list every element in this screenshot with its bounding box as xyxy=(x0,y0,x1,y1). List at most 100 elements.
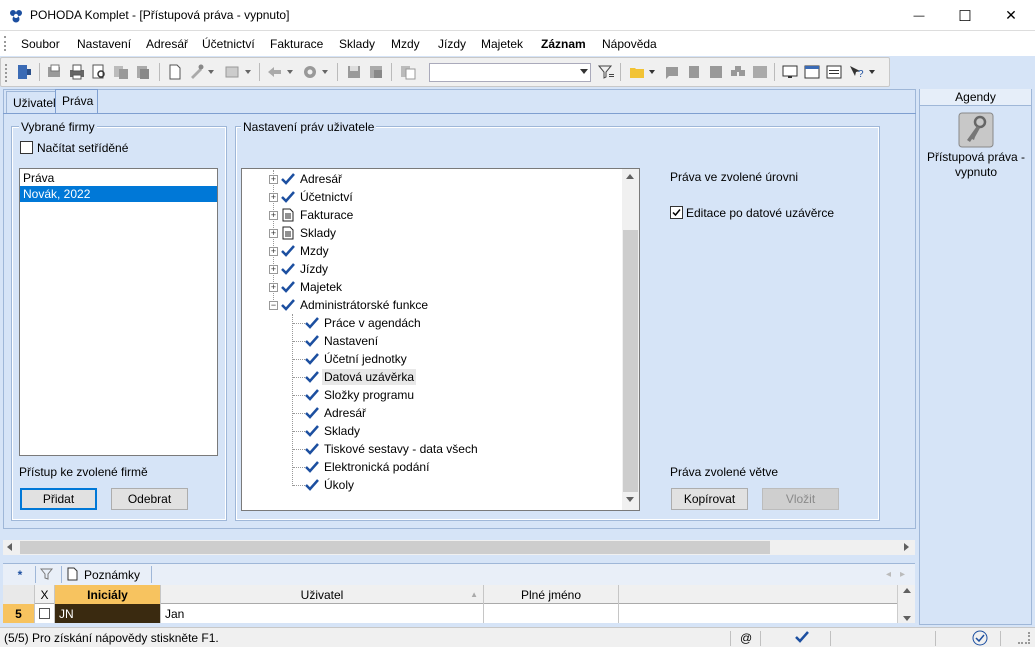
menu-fakturace[interactable]: Fakturace xyxy=(270,37,323,51)
chevron-down-icon[interactable] xyxy=(322,70,328,74)
remove-button[interactable]: Odebrat xyxy=(111,488,188,510)
chevron-down-icon[interactable] xyxy=(287,70,293,74)
table-row[interactable]: 5 JN Jan xyxy=(3,604,915,623)
tree-child[interactable]: Nastavení xyxy=(293,332,378,350)
back-arrow-icon[interactable] xyxy=(266,63,284,81)
chevron-down-icon[interactable] xyxy=(245,70,251,74)
tree-child[interactable]: Elektronická podání xyxy=(293,458,429,476)
duplicate-icon[interactable] xyxy=(399,63,417,81)
menu-jizdy[interactable]: Jízdy xyxy=(438,37,466,51)
cell-initials[interactable]: JN xyxy=(55,604,161,623)
tree-child[interactable]: Adresář xyxy=(293,404,366,422)
expand-icon[interactable]: + xyxy=(269,192,278,202)
row-select-cell[interactable] xyxy=(35,604,55,623)
new-record-icon[interactable] xyxy=(166,63,184,81)
tree-node-admin[interactable]: − Administrátorské funkce xyxy=(269,296,428,314)
row-checkbox[interactable] xyxy=(39,608,50,619)
tree-node-sklady[interactable]: + Sklady xyxy=(269,224,336,242)
form-icon[interactable] xyxy=(707,63,725,81)
filter-icon[interactable] xyxy=(597,63,615,81)
expand-icon[interactable]: + xyxy=(269,282,278,292)
tree-scroll-thumb[interactable] xyxy=(623,230,638,492)
scroll-down-icon[interactable] xyxy=(626,497,634,502)
menu-sklady[interactable]: Sklady xyxy=(339,37,375,51)
exit-icon[interactable] xyxy=(15,63,33,81)
tree-child[interactable]: Úkoly xyxy=(293,476,354,494)
save-all-icon[interactable] xyxy=(367,63,385,81)
print-preview-icon[interactable] xyxy=(46,63,64,81)
tree-node-fakturace[interactable]: + Fakturace xyxy=(269,206,353,224)
filter-icon[interactable] xyxy=(39,567,54,584)
scroll-left-icon[interactable] xyxy=(7,543,12,551)
minimize-button[interactable]: — xyxy=(896,0,942,31)
agendy-item-label[interactable]: Přístupová práva - vypnuto xyxy=(922,150,1030,180)
scroll-right-icon[interactable] xyxy=(904,543,909,551)
grid-vscroll[interactable] xyxy=(897,585,915,604)
document-icon[interactable] xyxy=(685,63,703,81)
edit-after-close-checkbox[interactable] xyxy=(670,206,683,219)
toolbar-grip[interactable] xyxy=(5,64,7,82)
menu-zaznam[interactable]: Záznam xyxy=(541,37,586,51)
save-icon[interactable] xyxy=(345,63,363,81)
keys-icon[interactable] xyxy=(958,112,994,148)
menu-mzdy[interactable]: Mzdy xyxy=(391,37,420,51)
expand-icon[interactable]: + xyxy=(269,228,278,238)
copy-doc-icon[interactable] xyxy=(134,63,152,81)
collapse-icon[interactable]: − xyxy=(269,300,278,310)
sorted-checkbox[interactable] xyxy=(20,141,33,154)
maximize-button[interactable]: ☐ xyxy=(942,0,988,31)
column-header-initials[interactable]: Iniciály xyxy=(55,585,161,604)
chevron-down-icon[interactable] xyxy=(208,70,214,74)
tab-all[interactable]: * xyxy=(9,566,31,585)
scroll-up-icon[interactable] xyxy=(626,174,634,179)
column-header-fullname[interactable]: Plné jméno xyxy=(484,585,619,604)
export-icon[interactable] xyxy=(112,63,130,81)
monitor-icon[interactable] xyxy=(781,63,799,81)
tabs-right-icon[interactable]: ▸ xyxy=(900,569,905,580)
tabs-left-icon[interactable]: ◂ xyxy=(886,569,891,580)
column-header-user[interactable]: Uživatel ▲ xyxy=(161,585,484,604)
firms-list-item[interactable]: Novák, 2022 xyxy=(20,186,217,202)
tree-child-selected[interactable]: Datová uzávěrka xyxy=(293,368,417,386)
scroll-down-icon[interactable] xyxy=(903,616,911,621)
preview-icon[interactable] xyxy=(90,63,108,81)
tree-child[interactable]: Sklady xyxy=(293,422,360,440)
cell-user[interactable]: Jan xyxy=(161,604,484,623)
menu-grip[interactable] xyxy=(4,36,7,51)
help-icon[interactable]: ? xyxy=(847,63,865,81)
expand-icon[interactable]: + xyxy=(269,246,278,256)
copy-button[interactable]: Kopírovat xyxy=(671,488,748,510)
folder-icon[interactable] xyxy=(628,63,646,81)
resize-grip-icon[interactable] xyxy=(1018,632,1030,644)
menu-nastaveni[interactable]: Nastavení xyxy=(77,37,131,51)
chevron-down-icon[interactable] xyxy=(649,70,655,74)
scroll-up-icon[interactable] xyxy=(903,588,911,593)
report-icon[interactable] xyxy=(825,63,843,81)
tree-node-jizdy[interactable]: + Jízdy xyxy=(269,260,328,278)
menu-soubor[interactable]: Soubor xyxy=(21,37,60,51)
horizontal-scroll-thumb[interactable] xyxy=(20,541,770,554)
grid-corner[interactable] xyxy=(3,585,35,604)
close-button[interactable]: ✕ xyxy=(988,0,1034,31)
firms-list[interactable]: Práva Novák, 2022 xyxy=(19,168,218,456)
menu-napoveda[interactable]: Nápověda xyxy=(602,37,657,51)
expand-icon[interactable]: + xyxy=(269,264,278,274)
menu-adresar[interactable]: Adresář xyxy=(146,37,188,51)
table-icon[interactable] xyxy=(223,63,241,81)
edit-icon[interactable] xyxy=(188,63,206,81)
rights-tree[interactable]: + Adresář + Účetnictví + Fakturace + Skl… xyxy=(241,168,640,511)
column-header-x[interactable]: X xyxy=(35,585,55,604)
window-icon[interactable] xyxy=(803,63,821,81)
quick-filter-select[interactable] xyxy=(429,63,591,82)
tree-child[interactable]: Složky programu xyxy=(293,386,414,404)
iban-icon[interactable] xyxy=(751,63,769,81)
print-icon[interactable] xyxy=(68,63,86,81)
chevron-down-icon[interactable] xyxy=(869,70,875,74)
tree-node-majetek[interactable]: + Majetek xyxy=(269,278,342,296)
link-icon[interactable] xyxy=(729,63,747,81)
menu-ucetnictvi[interactable]: Účetnictví xyxy=(202,37,255,51)
menu-majetek[interactable]: Majetek xyxy=(481,37,523,51)
tree-child[interactable]: Práce v agendách xyxy=(293,314,421,332)
tree-node-ucetnictvi[interactable]: + Účetnictví xyxy=(269,188,353,206)
expand-icon[interactable]: + xyxy=(269,210,278,220)
